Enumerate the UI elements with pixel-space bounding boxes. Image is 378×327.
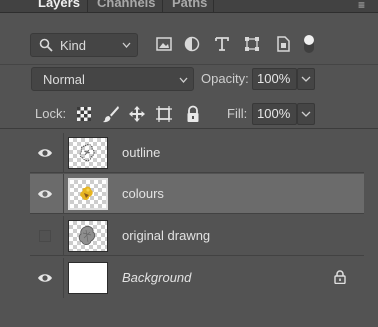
tab-divider: [213, 0, 214, 12]
filter-toggle-icon[interactable]: [301, 31, 317, 55]
lock-icon[interactable]: [334, 270, 346, 284]
lock-label: Lock:: [35, 106, 67, 121]
lock-artboard-icon[interactable]: [155, 105, 173, 123]
layer-row-background[interactable]: Background: [30, 258, 364, 300]
eye-icon[interactable]: [37, 188, 53, 200]
visibility-toggle[interactable]: [39, 230, 51, 242]
tab-layers[interactable]: Layers: [38, 0, 80, 12]
fill-input[interactable]: 100%: [252, 103, 297, 125]
layer-row-outline[interactable]: outline: [30, 133, 364, 173]
layer-name: colours: [122, 186, 164, 201]
blend-mode-value: Normal: [43, 72, 85, 87]
type-filter-icon[interactable]: [213, 35, 231, 53]
eye-icon[interactable]: [37, 147, 53, 159]
shape-filter-icon[interactable]: [243, 35, 261, 53]
filter-kind-select[interactable]: Kind: [30, 33, 138, 57]
tab-divider: [87, 0, 88, 12]
fill-dropdown-button[interactable]: [297, 103, 315, 125]
tab-paths[interactable]: Paths: [172, 0, 207, 12]
layers-list: outline colours original drawng Backgrou…: [30, 131, 364, 327]
column-divider: [63, 216, 64, 256]
blend-mode-select[interactable]: Normal: [31, 67, 194, 91]
panel-tab-bar: Layers Channels Paths ≡: [0, 0, 378, 13]
lock-options-bar: Lock: Fill: 100%: [0, 98, 378, 129]
opacity-label: Opacity:: [201, 71, 249, 86]
filter-kind-label: Kind: [60, 38, 87, 53]
image-filter-icon[interactable]: [155, 35, 173, 53]
layer-row-colours[interactable]: colours: [30, 174, 364, 214]
pencil-drawing-icon: [78, 225, 96, 245]
tab-channels[interactable]: Channels: [97, 0, 156, 12]
layer-thumbnail: [68, 262, 108, 294]
layer-thumbnail: [68, 178, 108, 210]
layer-filter-bar: Kind: [0, 26, 378, 65]
layer-thumbnail: [68, 220, 108, 252]
opacity-input[interactable]: 100%: [252, 68, 297, 90]
layer-name: Background: [122, 270, 192, 285]
smart-object-filter-icon[interactable]: [274, 35, 292, 53]
chevron-down-icon: [179, 77, 188, 83]
panel-menu-icon[interactable]: ≡: [358, 0, 365, 12]
column-divider: [63, 133, 64, 173]
fill-label: Fill:: [227, 106, 248, 121]
lock-all-icon[interactable]: [184, 105, 202, 123]
opacity-dropdown-button[interactable]: [297, 68, 315, 90]
search-icon: [39, 38, 53, 52]
layer-name: original drawng: [122, 228, 211, 243]
chevron-down-icon: [122, 42, 131, 48]
lock-image-pixels-icon[interactable]: [102, 105, 120, 123]
outline-sketch-icon: [79, 144, 95, 161]
colour-fill-icon: [80, 186, 93, 200]
layer-name: outline: [122, 145, 161, 160]
adjustment-filter-icon[interactable]: [183, 35, 201, 53]
chevron-down-icon: [301, 76, 311, 82]
column-divider: [63, 258, 64, 298]
tab-divider: [162, 0, 163, 12]
lock-position-icon[interactable]: [128, 105, 146, 123]
chevron-down-icon: [301, 111, 311, 117]
layer-row-original-drawng[interactable]: original drawng: [30, 216, 364, 256]
eye-icon[interactable]: [37, 272, 53, 284]
lock-transparent-pixels-icon[interactable]: [75, 105, 93, 123]
column-divider: [63, 174, 64, 214]
layer-thumbnail: [68, 137, 108, 169]
blend-options-bar: Normal Opacity: 100%: [0, 64, 378, 94]
